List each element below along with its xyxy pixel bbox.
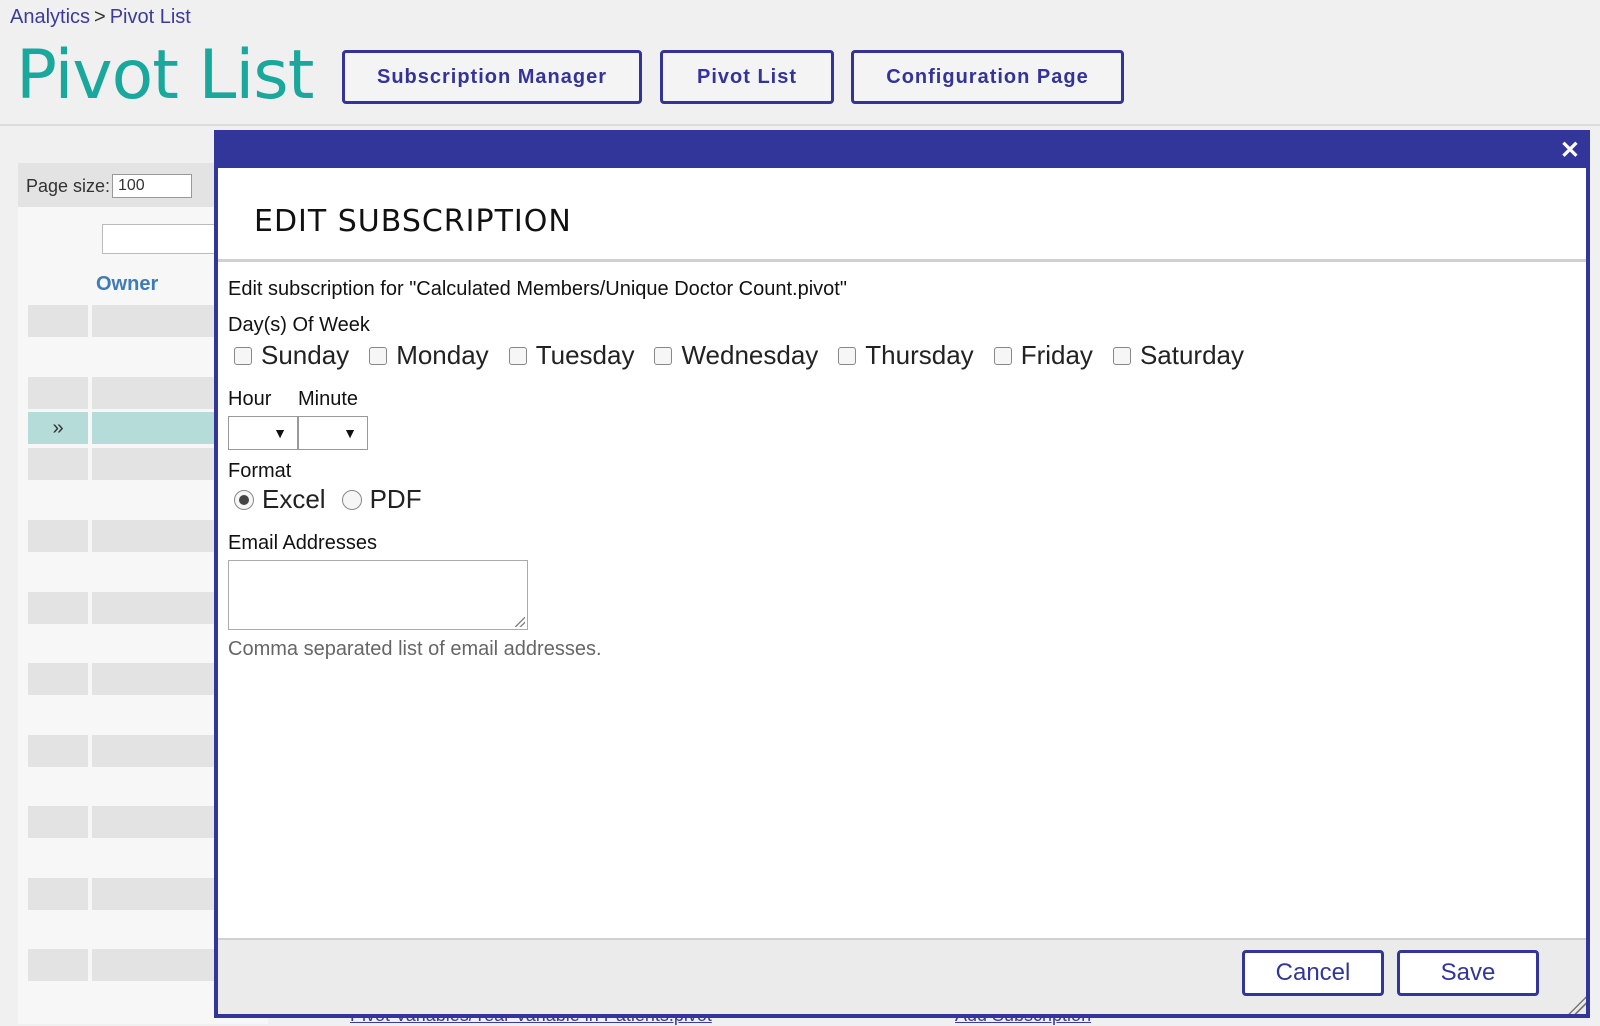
page-size-input[interactable] — [112, 174, 192, 198]
format-radio-group: Excel PDF — [234, 484, 438, 515]
table-row-cell[interactable] — [92, 448, 222, 480]
table-row-cell[interactable] — [28, 520, 88, 552]
day-label: Saturday — [1139, 340, 1245, 370]
format-option-label: PDF — [369, 484, 422, 514]
table-row-cell[interactable] — [92, 949, 222, 981]
table-row-cell[interactable] — [92, 520, 222, 552]
owner-column-header[interactable]: Owner — [96, 273, 158, 296]
table-row-cell[interactable] — [28, 305, 88, 337]
breadcrumb-current[interactable]: Pivot List — [110, 6, 191, 28]
day-label: Wednesday — [681, 340, 819, 370]
selected-row-marker: » — [52, 416, 64, 439]
day-label: Tuesday — [535, 340, 635, 370]
table-row-cell[interactable] — [28, 878, 88, 910]
tuesday-checkbox[interactable] — [508, 346, 527, 365]
edit-subscription-dialog: ✕ EDIT SUBSCRIPTION Edit subscription fo… — [214, 130, 1590, 1018]
dialog-footer: Cancel Save — [218, 938, 1586, 1014]
email-help-text: Comma separated list of email addresses. — [228, 638, 602, 660]
day-label: Sunday — [261, 340, 350, 370]
pivot-list-button[interactable]: Pivot List — [660, 50, 834, 104]
breadcrumb-separator: > — [94, 6, 106, 28]
format-excel[interactable]: Excel — [234, 484, 326, 515]
divider — [218, 259, 1586, 262]
dialog-resize-icon[interactable] — [1568, 996, 1586, 1014]
day-monday[interactable]: Monday — [369, 340, 489, 371]
selected-row-cell[interactable] — [92, 412, 222, 444]
table-row-cell[interactable] — [92, 663, 222, 695]
thursday-checkbox[interactable] — [838, 346, 857, 365]
day-tuesday[interactable]: Tuesday — [508, 340, 635, 371]
table-row-cell[interactable] — [28, 592, 88, 624]
sunday-checkbox[interactable] — [234, 346, 252, 365]
close-icon[interactable]: ✕ — [1560, 136, 1580, 165]
excel-radio[interactable] — [234, 489, 254, 510]
day-friday[interactable]: Friday — [993, 340, 1093, 371]
page-header: Analytics > Pivot List Pivot List Subscrip… — [0, 0, 1600, 126]
subscription-description: Edit subscription for "Calculated Member… — [228, 278, 847, 300]
pdf-radio[interactable] — [341, 489, 362, 510]
resize-grip-icon[interactable] — [515, 617, 525, 627]
minute-select[interactable]: ▼ — [298, 416, 368, 450]
table-row-cell[interactable] — [92, 878, 222, 910]
breadcrumb-analytics-link[interactable]: Analytics — [10, 6, 90, 28]
table-row-cell[interactable] — [28, 663, 88, 695]
day-label: Thursday — [865, 340, 974, 370]
saturday-checkbox[interactable] — [1112, 346, 1131, 365]
hour-select[interactable]: ▼ — [228, 416, 298, 450]
breadcrumb: Analytics > Pivot List — [10, 6, 191, 29]
email-addresses-label: Email Addresses — [228, 532, 377, 554]
configuration-page-button[interactable]: Configuration Page — [851, 50, 1124, 104]
dialog-heading: EDIT SUBSCRIPTION — [254, 204, 572, 239]
day-saturday[interactable]: Saturday — [1112, 340, 1245, 371]
table-row-cell[interactable] — [92, 806, 222, 838]
monday-checkbox[interactable] — [369, 346, 388, 365]
page-title: Pivot List — [16, 36, 314, 115]
table-row-cell[interactable] — [92, 592, 222, 624]
day-wednesday[interactable]: Wednesday — [654, 340, 818, 371]
days-of-week-group: Sunday Monday Tuesday Wednesday Thursday… — [234, 340, 1264, 371]
days-of-week-label: Day(s) Of Week — [228, 314, 370, 336]
day-label: Monday — [396, 340, 489, 370]
day-label: Friday — [1020, 340, 1093, 370]
table-row-cell[interactable] — [28, 377, 88, 409]
minute-label: Minute — [298, 388, 359, 410]
day-sunday[interactable]: Sunday — [234, 340, 349, 371]
day-thursday[interactable]: Thursday — [838, 340, 974, 371]
page-size-label: Page size: — [26, 176, 111, 196]
subscription-manager-button[interactable]: Subscription Manager — [342, 50, 642, 104]
format-option-label: Excel — [262, 484, 326, 514]
table-row-cell[interactable] — [92, 305, 222, 337]
format-label: Format — [228, 460, 292, 482]
table-row-cell[interactable] — [28, 448, 88, 480]
email-addresses-field[interactable] — [228, 560, 528, 630]
cancel-button[interactable]: Cancel — [1242, 950, 1384, 996]
friday-checkbox[interactable] — [993, 346, 1012, 365]
table-row-cell[interactable] — [28, 949, 88, 981]
table-row-cell[interactable] — [92, 735, 222, 767]
chevron-down-icon: ▼ — [343, 425, 357, 441]
chevron-down-icon: ▼ — [273, 425, 287, 441]
dialog-titlebar[interactable]: ✕ — [218, 134, 1586, 168]
save-button[interactable]: Save — [1397, 950, 1539, 996]
wednesday-checkbox[interactable] — [654, 346, 673, 365]
table-row-cell[interactable] — [28, 735, 88, 767]
table-row-cell[interactable] — [28, 806, 88, 838]
hour-label: Hour — [228, 388, 272, 410]
format-pdf[interactable]: PDF — [341, 484, 422, 515]
table-row-cell[interactable] — [92, 377, 222, 409]
